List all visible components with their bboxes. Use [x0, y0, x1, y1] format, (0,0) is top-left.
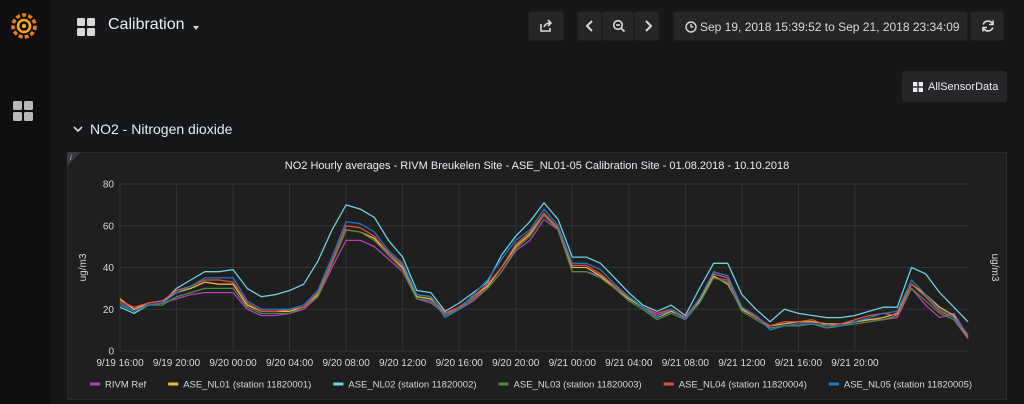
- y-tick-label: 80: [103, 180, 115, 191]
- legend-swatch: [168, 382, 179, 386]
- x-tick-label: 9/21 00:00: [549, 358, 597, 369]
- x-tick-label: 9/20 20:00: [492, 358, 540, 369]
- series-line: [119, 212, 969, 339]
- y-tick-label: 60: [103, 221, 115, 232]
- x-tick-label: 9/21 04:00: [605, 358, 653, 369]
- legend-swatch: [663, 382, 674, 386]
- x-tick-label: 9/21 16:00: [775, 358, 823, 369]
- y-axis-label: ug/m3: [78, 253, 89, 281]
- legend-item: ASE_NL02 (station 11820002): [348, 380, 476, 391]
- y-tick-label: 40: [103, 263, 115, 274]
- legend-swatch: [333, 382, 344, 386]
- x-tick-label: 9/21 12:00: [718, 358, 766, 369]
- x-tick-label: 9/21 20:00: [831, 358, 879, 369]
- x-tick-label: 9/19 16:00: [96, 358, 144, 369]
- x-tick-label: 9/20 08:00: [323, 358, 371, 369]
- x-tick-label: 9/21 08:00: [662, 358, 710, 369]
- legend-item: RIVM Ref: [105, 380, 147, 391]
- legend-item: ASE_NL04 (station 11820004): [679, 380, 807, 391]
- y-tick-label: 0: [108, 347, 114, 358]
- legend-item: ASE_NL01 (station 11820001): [183, 380, 311, 391]
- legend-item: ASE_NL05 (station 11820005): [844, 380, 972, 391]
- y2-axis-label: ug/m3: [989, 254, 1000, 282]
- x-tick-label: 9/20 04:00: [266, 358, 314, 369]
- x-tick-label: 9/20 16:00: [436, 358, 484, 369]
- graph-chart[interactable]: 0 20 40 60 80 9/19 16:00 9/19 20:00 9/20 00:00 9…: [0, 0, 1024, 404]
- x-tick-label: 9/20 00:00: [209, 358, 257, 369]
- series-line: [119, 212, 969, 339]
- x-tick-label: 9/19 20:00: [153, 358, 201, 369]
- x-tick-label: 9/20 12:00: [379, 358, 427, 369]
- legend-item: ASE_NL03 (station 11820003): [514, 380, 642, 391]
- series-line: [119, 218, 969, 337]
- y-tick-label: 20: [103, 305, 115, 316]
- series-line: [119, 214, 969, 339]
- legend-swatch: [828, 382, 839, 386]
- legend-swatch: [90, 382, 100, 386]
- legend-swatch: [498, 382, 509, 386]
- series-line: [119, 208, 969, 335]
